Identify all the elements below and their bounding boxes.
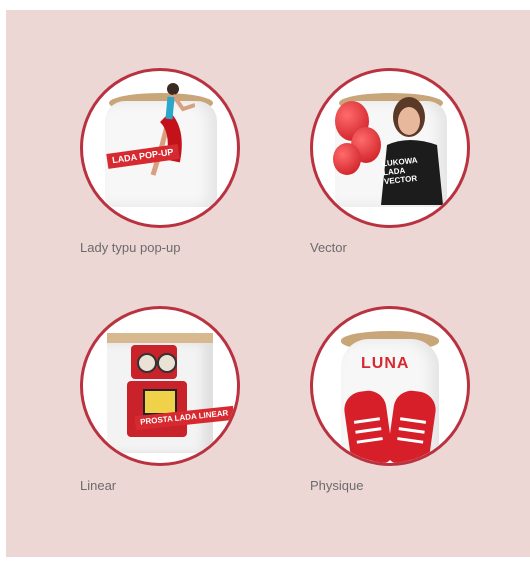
product-image-linear[interactable]: PROSTA LADA LINEAR bbox=[80, 306, 240, 466]
balloon-shape bbox=[333, 143, 361, 175]
product-image-caption: LUNA bbox=[361, 355, 410, 372]
product-image-lady-typu-pop-up[interactable]: LADA POP-UP bbox=[80, 68, 240, 228]
product-image-vector[interactable]: ŁUKOWA LADA VECTOR bbox=[310, 68, 470, 228]
dancer-figure bbox=[150, 83, 195, 176]
product-image-physique[interactable]: LUNA bbox=[310, 306, 470, 466]
product-image-caption: ŁUKOWA LADA VECTOR bbox=[381, 155, 418, 187]
product-label[interactable]: Linear bbox=[80, 478, 116, 493]
product-grid-panel: LADA POP-UP Lady typu pop-up ŁUKOWA LADA… bbox=[6, 10, 530, 557]
product-label[interactable]: Vector bbox=[310, 240, 347, 255]
woman-figure bbox=[381, 97, 443, 205]
product-label[interactable]: Lady typu pop-up bbox=[80, 240, 180, 255]
product-label[interactable]: Physique bbox=[310, 478, 363, 493]
